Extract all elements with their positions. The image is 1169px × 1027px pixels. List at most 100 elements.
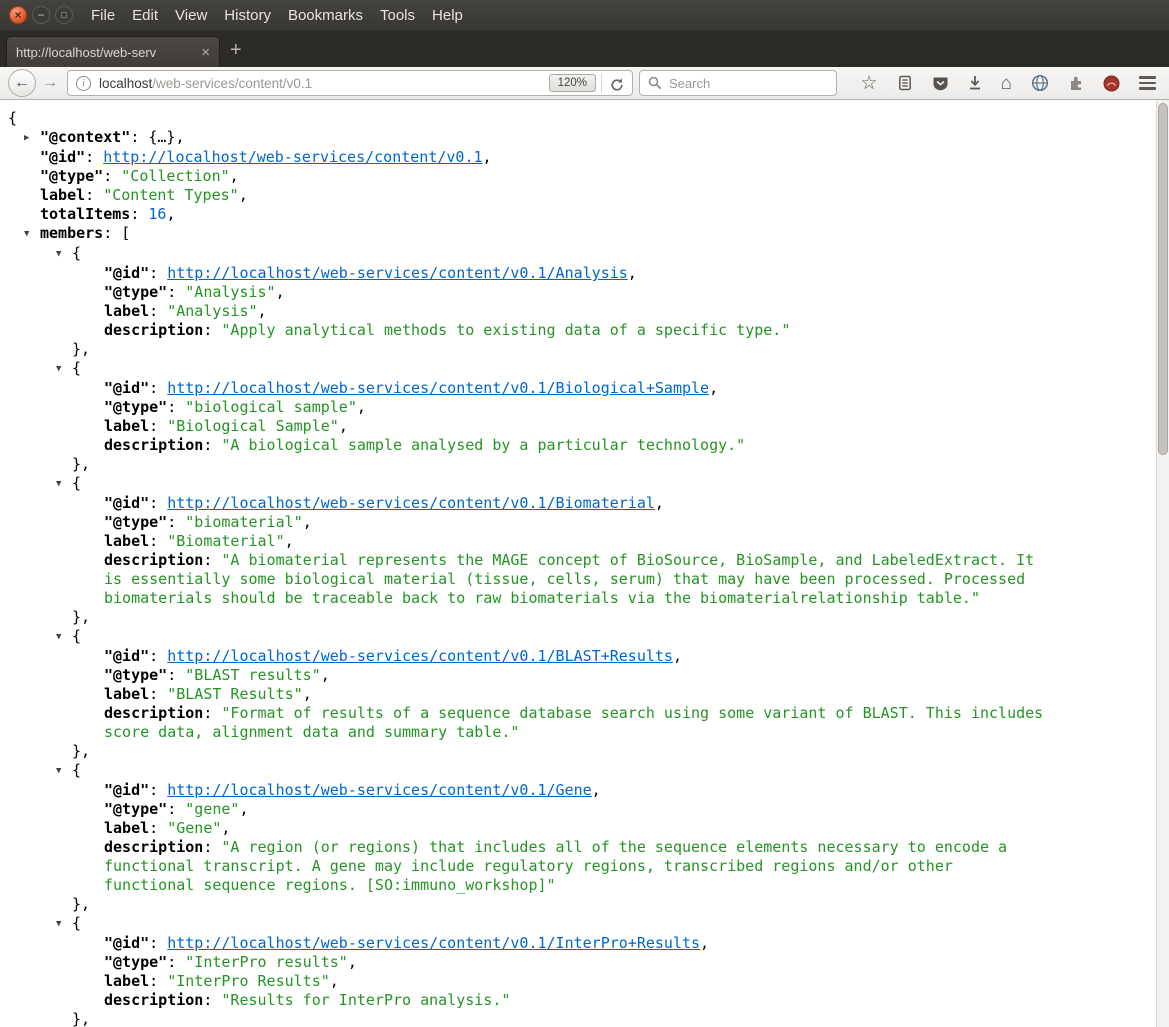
member-description-line: description: "Apply analytical methods t…	[104, 321, 791, 339]
bookmarks-menu-icon[interactable]	[897, 75, 913, 91]
search-input[interactable]	[669, 75, 828, 91]
member-close-line: },	[72, 608, 91, 626]
member-open-line: ▼{	[56, 627, 82, 647]
window-minimize-button[interactable]: −	[32, 6, 50, 24]
tab-title: http://localhost/web-serv	[16, 44, 157, 60]
active-tab[interactable]: http://localhost/web-serv ×	[6, 36, 220, 67]
member-id-link[interactable]: http://localhost/web-services/content/v0…	[167, 379, 709, 397]
menu-history[interactable]: History	[224, 7, 271, 24]
collapse-toggle-icon[interactable]: ▼	[56, 245, 72, 264]
expand-toggle-icon[interactable]: ▶	[24, 129, 40, 148]
collapse-toggle-icon[interactable]: ▼	[56, 762, 72, 781]
menu-help[interactable]: Help	[432, 7, 463, 24]
member-open-line: ▼{	[56, 914, 82, 934]
member-id-line: "@id": http://localhost/web-services/con…	[104, 647, 682, 665]
reload-button[interactable]	[601, 73, 628, 93]
json-member: ▼{ "@id": http://localhost/web-services/…	[40, 359, 1155, 474]
scrollbar-thumb[interactable]	[1158, 103, 1168, 455]
forward-arrow-icon: →	[42, 74, 58, 91]
zoom-indicator-button[interactable]: 120%	[548, 74, 596, 92]
downloads-icon[interactable]	[968, 75, 982, 91]
member-close-line: },	[72, 340, 91, 358]
menu-file[interactable]: File	[91, 7, 115, 24]
collapse-toggle-icon[interactable]: ▼	[56, 360, 72, 379]
member-label-line: label: "Analysis",	[104, 302, 267, 320]
member-type-line: "@type": "InterPro results",	[104, 953, 357, 971]
window-close-button[interactable]: ×	[9, 6, 27, 24]
url-bar[interactable]: i localhost/web-services/content/v0.1 12…	[67, 70, 633, 96]
json-viewer: { ▶ "@context": {…}, "@id": http://localh…	[0, 100, 1169, 1027]
search-icon	[648, 76, 662, 90]
toolbar-icons: ☆ ⌂	[860, 74, 1161, 93]
site-info-icon[interactable]: i	[76, 75, 91, 91]
member-type-line: "@type": "BLAST results",	[104, 666, 330, 684]
globe-icon[interactable]	[1031, 74, 1049, 92]
member-open-line: ▼{	[56, 359, 82, 379]
json-id-line: "@id": http://localhost/web-services/con…	[40, 148, 492, 166]
root-id-link[interactable]: http://localhost/web-services/content/v0…	[103, 148, 482, 166]
forward-button[interactable]: →	[36, 74, 67, 92]
collapse-toggle-icon[interactable]: ▼	[24, 225, 40, 244]
member-label-line: label: "BLAST Results",	[104, 685, 312, 703]
member-label-line: label: "Biological Sample",	[104, 417, 348, 435]
back-button[interactable]: ←	[8, 69, 36, 97]
json-member: ▼{ "@id": http://localhost/web-services/…	[40, 914, 1155, 1027]
menu-bookmarks[interactable]: Bookmarks	[288, 7, 363, 24]
member-description-line: description: "Format of results of a seq…	[104, 704, 1044, 741]
member-id-link[interactable]: http://localhost/web-services/content/v0…	[167, 781, 591, 799]
member-description-line: description: "A biological sample analys…	[104, 436, 746, 454]
minimize-icon: −	[37, 8, 45, 22]
json-context-line: ▶ "@context": {…},	[24, 128, 185, 146]
url-text[interactable]: localhost/web-services/content/v0.1	[99, 76, 549, 91]
member-type-line: "@type": "gene",	[104, 800, 249, 818]
member-description-line: description: "A region (or regions) that…	[104, 838, 1008, 894]
member-open-line: ▼{	[56, 761, 82, 781]
member-close-line: },	[72, 1010, 91, 1027]
collapse-toggle-icon[interactable]: ▼	[56, 915, 72, 934]
member-label-line: label: "Gene",	[104, 819, 231, 837]
json-document: { ▶ "@context": {…}, "@id": http://localh…	[0, 100, 1169, 1027]
window-maximize-button[interactable]: □	[55, 6, 73, 24]
home-icon[interactable]: ⌂	[1001, 74, 1012, 93]
member-close-line: },	[72, 455, 91, 473]
json-member: ▼{ "@id": http://localhost/web-services/…	[40, 761, 1155, 914]
member-id-link[interactable]: http://localhost/web-services/content/v0…	[167, 647, 673, 665]
bookmark-star-icon[interactable]: ☆	[860, 74, 877, 93]
maximize-icon: □	[61, 9, 67, 20]
addon-badge-icon[interactable]	[1103, 75, 1120, 92]
json-totalitems-line: totalItems: 16,	[40, 205, 176, 223]
navigation-toolbar: ← → i localhost/web-services/content/v0.…	[0, 67, 1169, 100]
member-id-line: "@id": http://localhost/web-services/con…	[104, 781, 601, 799]
tab-close-icon[interactable]: ×	[201, 44, 210, 61]
search-bar[interactable]	[639, 70, 837, 96]
member-open-line: ▼{	[56, 474, 82, 494]
menu-edit[interactable]: Edit	[132, 7, 158, 24]
url-path: /web-services/content/v0.1	[152, 75, 313, 91]
pocket-shield-icon[interactable]	[932, 75, 949, 91]
json-root-open: {	[8, 109, 18, 127]
new-tab-button[interactable]: +	[220, 39, 252, 67]
url-host: localhost	[99, 75, 153, 91]
vertical-scrollbar[interactable]	[1156, 100, 1169, 1027]
member-id-link[interactable]: http://localhost/web-services/content/v0…	[167, 494, 655, 512]
collapse-toggle-icon[interactable]: ▼	[56, 628, 72, 647]
hamburger-menu-icon[interactable]	[1139, 76, 1156, 90]
json-member: ▼{ "@id": http://localhost/web-services/…	[40, 627, 1155, 761]
json-members-line: ▼ members: [	[24, 224, 131, 242]
back-arrow-icon: ←	[14, 74, 30, 91]
member-id-line: "@id": http://localhost/web-services/con…	[104, 934, 710, 952]
member-id-line: "@id": http://localhost/web-services/con…	[104, 264, 637, 282]
menu-view[interactable]: View	[175, 7, 207, 24]
collapse-toggle-icon[interactable]: ▼	[56, 475, 72, 494]
member-label-line: label: "InterPro Results",	[104, 972, 339, 990]
reload-icon	[611, 77, 623, 91]
member-id-link[interactable]: http://localhost/web-services/content/v0…	[167, 934, 700, 952]
member-open-line: ▼{	[56, 244, 82, 264]
extension-puzzle-icon[interactable]	[1068, 75, 1084, 91]
member-type-line: "@type": "Analysis",	[104, 283, 285, 301]
tab-bar: http://localhost/web-serv × +	[0, 30, 1169, 67]
member-id-link[interactable]: http://localhost/web-services/content/v0…	[167, 264, 628, 282]
menu-tools[interactable]: Tools	[380, 7, 415, 24]
menubar: File Edit View History Bookmarks Tools H…	[91, 7, 463, 24]
window-titlebar: × − □ File Edit View History Bookmarks T…	[0, 0, 1169, 30]
